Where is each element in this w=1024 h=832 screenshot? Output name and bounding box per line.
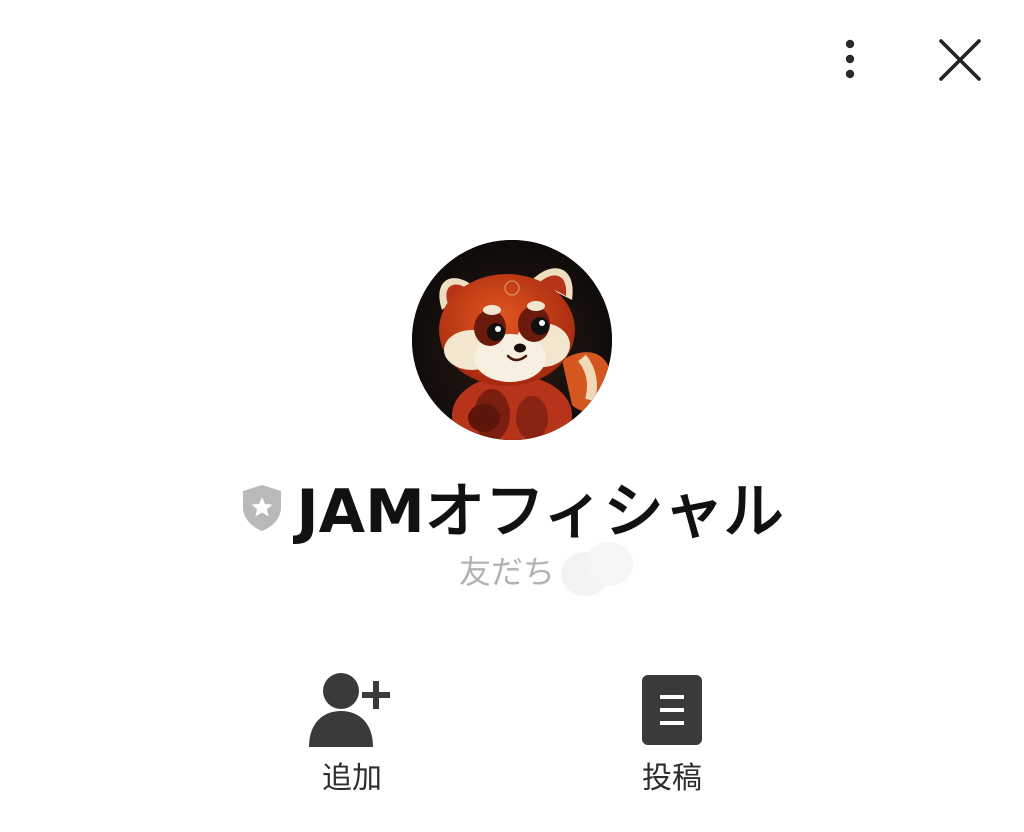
account-name: JAMオフィシャル — [296, 476, 784, 547]
add-friend-button[interactable]: 追加 — [272, 665, 432, 805]
add-friend-label: 追加 — [322, 761, 382, 796]
posts-label: 投稿 — [642, 761, 702, 796]
friend-status-row: 友だち — [0, 540, 1024, 600]
profile-name-row: JAMオフィシャル — [0, 470, 1024, 547]
add-friend-icon — [309, 673, 390, 747]
posts-icon — [642, 675, 702, 745]
close-button[interactable] — [930, 30, 990, 90]
friend-count-placeholder — [561, 542, 633, 596]
close-icon — [939, 39, 981, 81]
profile-avatar[interactable] — [412, 240, 612, 440]
more-options-button[interactable] — [822, 30, 878, 90]
red-panda-avatar-image — [412, 240, 612, 440]
friend-label: 友だち — [458, 553, 555, 591]
more-vertical-icon — [845, 39, 855, 79]
posts-button[interactable]: 投稿 — [592, 665, 752, 805]
shield-star-icon — [243, 485, 282, 531]
